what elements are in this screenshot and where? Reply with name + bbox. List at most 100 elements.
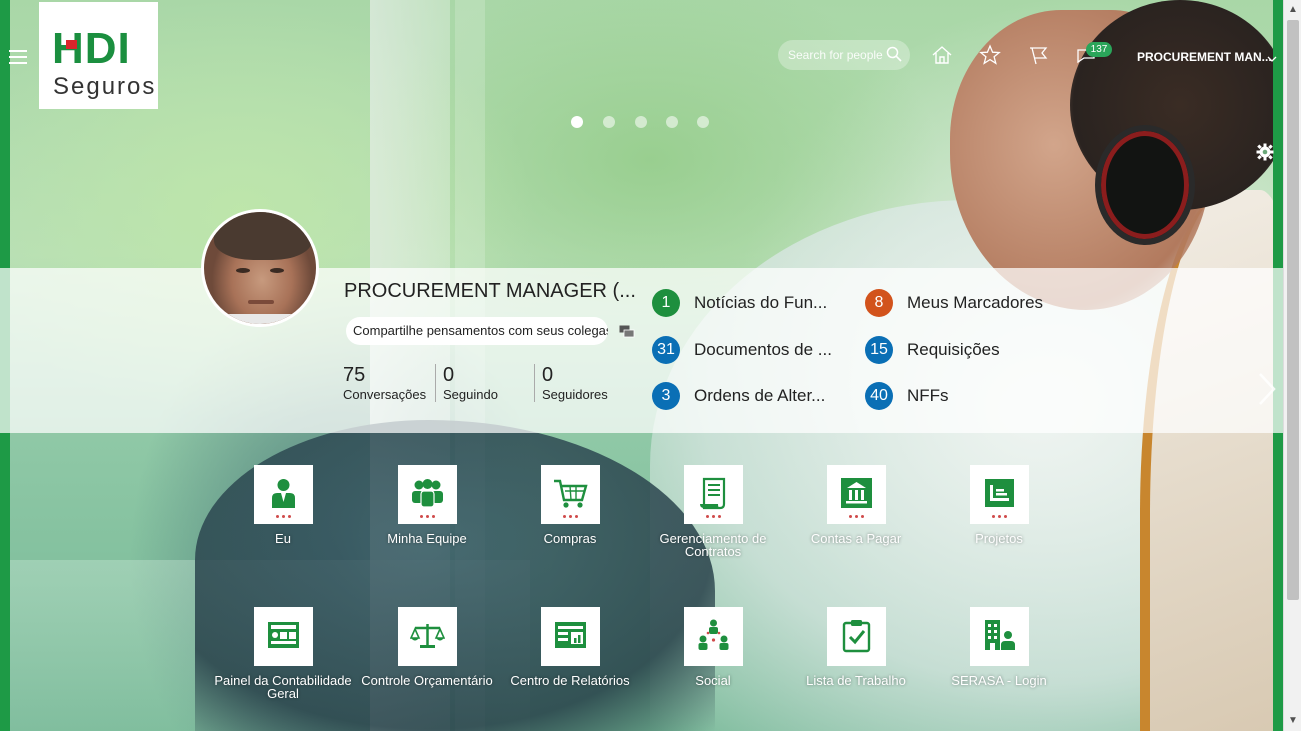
- count-badge: 1: [652, 289, 680, 317]
- tile-gerenciamento-contratos[interactable]: Gerenciamento de Contratos: [643, 465, 783, 558]
- tile-label: Painel da Contabilidade Geral: [214, 673, 352, 701]
- scroll-thumb[interactable]: [1287, 20, 1299, 600]
- people-search-box[interactable]: [778, 40, 910, 70]
- tile-icon-box[interactable]: [969, 607, 1029, 666]
- counter-label: Ordens de Alter...: [694, 386, 826, 405]
- tile-label: Projetos: [975, 531, 1023, 546]
- stat-followers[interactable]: 0 Seguidores: [542, 364, 608, 402]
- carousel-dot[interactable]: [603, 116, 615, 128]
- flag-icon[interactable]: [1027, 44, 1049, 66]
- tile-icon-box[interactable]: [253, 607, 313, 666]
- tile-social[interactable]: Social: [643, 607, 783, 687]
- more-dots-icon: [991, 515, 1008, 518]
- stat-label: Conversações: [343, 387, 427, 402]
- stat-divider: [534, 364, 535, 402]
- search-icon[interactable]: [886, 46, 902, 67]
- tile-serasa-login[interactable]: SERASA - Login: [929, 607, 1069, 687]
- tile-icon-box[interactable]: [540, 465, 600, 524]
- tile-label: Compras: [543, 531, 597, 546]
- shopping-cart-icon: [553, 479, 588, 508]
- person-icon: [271, 479, 295, 508]
- tile-icon-box[interactable]: [683, 607, 743, 666]
- count-badge: 15: [865, 336, 893, 364]
- scroll-up-arrow[interactable]: ▲: [1284, 2, 1301, 18]
- count-badge: 8: [865, 289, 893, 317]
- stat-conversations[interactable]: 75 Conversações: [343, 364, 426, 402]
- settings-gear-icon[interactable]: [1256, 143, 1274, 166]
- counter-label: Meus Marcadores: [907, 293, 1044, 312]
- tile-icon-box[interactable]: [683, 465, 743, 524]
- tile-icon-box[interactable]: [826, 465, 886, 524]
- counter-label: Requisições: [907, 340, 1000, 359]
- carousel-dot[interactable]: [666, 116, 678, 128]
- scroll-down-arrow[interactable]: ▼: [1284, 713, 1301, 729]
- user-menu-label: PROCUREMENT MAN...: [1137, 50, 1272, 64]
- logo-subtext: Seguros: [53, 73, 157, 100]
- tile-projetos[interactable]: Projetos: [929, 465, 1069, 545]
- stat-value: 0: [542, 364, 554, 386]
- tile-label: SERASA - Login: [951, 673, 1047, 688]
- carousel-dot[interactable]: [635, 116, 647, 128]
- count-badge: 31: [652, 336, 680, 364]
- favorites-star-icon[interactable]: [979, 44, 1001, 66]
- tile-label: Lista de Trabalho: [806, 673, 906, 688]
- tile-icon-box[interactable]: [540, 607, 600, 666]
- scales-icon: [409, 624, 445, 648]
- chevron-down-icon: [1267, 52, 1277, 66]
- counter-label: NFFs: [907, 386, 949, 405]
- tile-compras[interactable]: Compras: [500, 465, 640, 545]
- tile-icon-box[interactable]: [397, 607, 457, 666]
- tile-label: Controle Orçamentário: [361, 673, 493, 688]
- tile-controle-orcamentario[interactable]: Controle Orçamentário: [357, 607, 497, 687]
- stat-value: 0: [443, 364, 455, 386]
- tile-label: Centro de Relatórios: [510, 673, 630, 688]
- tile-label: Eu: [275, 531, 291, 546]
- notifications-count-badge: 137: [1086, 42, 1112, 57]
- count-badge: 40: [865, 382, 893, 410]
- tile-label: Contas a Pagar: [810, 531, 902, 546]
- stat-label: Seguidores: [542, 387, 608, 402]
- tile-label: Gerenciamento de Contratos: [659, 531, 767, 559]
- post-chat-icon[interactable]: [619, 325, 635, 344]
- logo-text: HDI: [52, 24, 131, 73]
- contract-scroll-icon: [699, 477, 725, 510]
- tile-centro-relatorios[interactable]: Centro de Relatórios: [500, 607, 640, 687]
- tile-painel-contabilidade[interactable]: Painel da Contabilidade Geral: [213, 607, 353, 700]
- building-person-icon: [984, 620, 1015, 650]
- tile-icon-box[interactable]: [969, 465, 1029, 524]
- profile-panel: [0, 268, 1283, 433]
- tile-lista-trabalho[interactable]: Lista de Trabalho: [786, 607, 926, 687]
- tile-label: Minha Equipe: [387, 531, 467, 546]
- user-avatar[interactable]: [201, 209, 319, 327]
- more-dots-icon: [419, 515, 436, 518]
- tile-icon-box[interactable]: [826, 607, 886, 666]
- more-dots-icon: [848, 515, 865, 518]
- stat-label: Seguindo: [443, 387, 498, 402]
- tile-minha-equipe[interactable]: Minha Equipe: [357, 465, 497, 545]
- tile-eu[interactable]: Eu: [213, 465, 353, 545]
- more-dots-icon: [705, 515, 722, 518]
- logo-red-mark: [66, 40, 77, 49]
- social-network-icon: [698, 619, 728, 650]
- counter-label: Documentos de ...: [694, 340, 832, 359]
- hdi-seguros-logo[interactable]: HDI Seguros: [39, 2, 158, 109]
- clipboard-check-icon: [842, 620, 870, 653]
- carousel-dot[interactable]: [571, 116, 583, 128]
- bank-icon: [840, 478, 872, 508]
- tile-icon-box[interactable]: [397, 465, 457, 524]
- project-chart-icon: [984, 479, 1014, 507]
- carousel-dot[interactable]: [697, 116, 709, 128]
- share-thoughts-input[interactable]: Compartilhe pensamentos com seus colegas: [346, 317, 608, 345]
- user-menu[interactable]: PROCUREMENT MAN...: [1137, 50, 1277, 64]
- tile-contas-pagar[interactable]: Contas a Pagar: [786, 465, 926, 545]
- profile-name[interactable]: PROCUREMENT MANAGER (...: [344, 280, 636, 303]
- vertical-scrollbar[interactable]: ▲ ▼: [1283, 0, 1301, 731]
- ledger-dashboard-icon: [267, 622, 299, 648]
- team-icon: [411, 479, 443, 508]
- stat-following[interactable]: 0 Seguindo: [443, 364, 498, 402]
- tile-icon-box[interactable]: [253, 465, 313, 524]
- search-input[interactable]: [788, 47, 883, 63]
- home-icon[interactable]: [931, 44, 953, 66]
- stat-divider: [435, 364, 436, 402]
- menu-icon[interactable]: [9, 50, 27, 64]
